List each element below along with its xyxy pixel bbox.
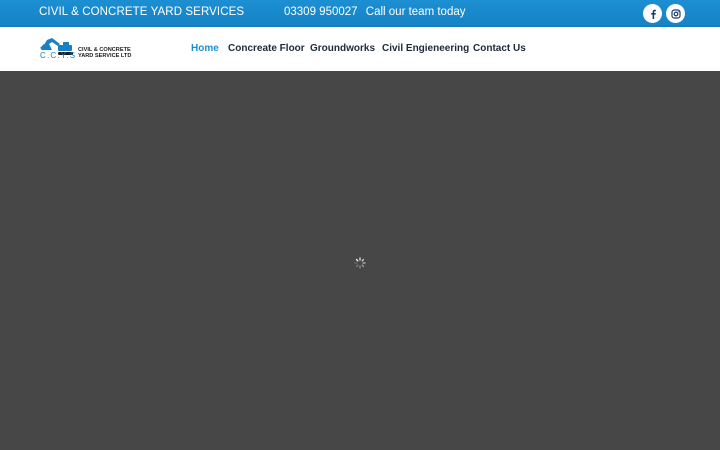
contact-info: 03309 950027 Call our team today [284, 6, 465, 18]
facebook-icon [650, 9, 656, 19]
logo-line-2: YARD SERVICE LTD [78, 53, 132, 59]
nav-contact-us[interactable]: Contact Us [473, 43, 526, 54]
company-name: CIVIL & CONCRETE YARD SERVICES [39, 6, 245, 18]
hero-section [0, 71, 720, 450]
instagram-icon [670, 8, 681, 19]
nav-civil-engieneering[interactable]: Civil Engieneering [382, 43, 469, 54]
spinner-icon [354, 257, 366, 269]
top-bar: CIVIL & CONCRETE YARD SERVICES 03309 950… [0, 0, 720, 27]
instagram-link[interactable] [666, 4, 685, 23]
nav-concreate-floor[interactable]: Concreate Floor [228, 43, 305, 54]
logo-abbreviation: C.C.Y.S [40, 51, 77, 60]
site-logo[interactable]: C.C.Y.S CIVIL & CONCRETE YARD SERVICE LT… [38, 36, 142, 62]
phone-number[interactable]: 03309 950027 [284, 6, 358, 18]
logo-company-text: CIVIL & CONCRETE YARD SERVICE LTD [78, 47, 131, 59]
call-cta-text: Call our team today [365, 6, 466, 18]
facebook-link[interactable] [643, 4, 662, 23]
site-header: C.C.Y.S CIVIL & CONCRETE YARD SERVICE LT… [0, 27, 720, 71]
nav-home[interactable]: Home [191, 43, 219, 54]
nav-groundworks[interactable]: Groundworks [310, 43, 375, 54]
